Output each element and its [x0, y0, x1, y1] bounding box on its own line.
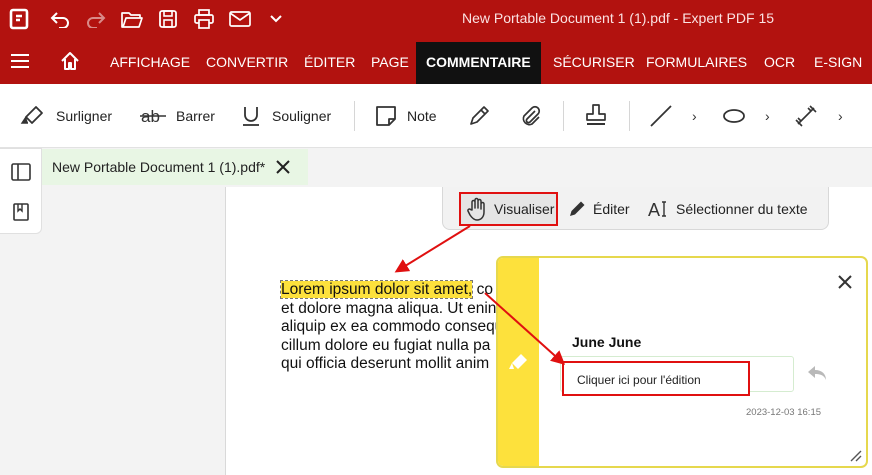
resize-grip-icon[interactable] — [848, 448, 862, 462]
home-icon[interactable] — [57, 48, 83, 74]
app-logo-icon[interactable] — [6, 6, 32, 32]
paperclip-icon — [522, 105, 541, 126]
measure-options-chevron-icon[interactable]: › — [838, 108, 843, 124]
menu-commentaire[interactable]: COMMENTAIRE — [416, 42, 541, 84]
visualiser-mode-button[interactable]: Visualiser — [459, 192, 558, 226]
comment-author: June June — [572, 334, 642, 350]
line-tool-button[interactable] — [650, 84, 672, 148]
highlighter-icon — [509, 354, 527, 369]
document-tab-label: New Portable Document 1 (1).pdf* — [52, 159, 266, 175]
menu-editer[interactable]: ÉDITER — [304, 38, 355, 84]
stamp-icon — [586, 104, 606, 125]
comment-ribbon: Surligner ab Barrer Souligner Note › › › — [0, 84, 872, 148]
comment-popup[interactable]: June June Cliquer ici pour l'édition 202… — [496, 256, 868, 468]
underline-button[interactable]: Souligner — [240, 84, 331, 148]
visualiser-mode-label: Visualiser — [494, 201, 555, 217]
strikethrough-icon: ab — [140, 107, 166, 126]
select-text-mode-label: Sélectionner du texte — [676, 200, 808, 217]
menu-convertir[interactable]: CONVERTIR — [206, 38, 288, 84]
ribbon-separator — [563, 101, 564, 131]
email-icon[interactable] — [227, 6, 253, 32]
document-text-line: cillum dolore eu fugiat nulla pa — [281, 337, 491, 354]
document-text-line: et dolore magna aliqua. Ut enin — [281, 300, 497, 317]
menu-bar: AFFICHAGE CONVERTIR ÉDITER PAGE COMMENTA… — [0, 38, 872, 84]
document-tab[interactable]: New Portable Document 1 (1).pdf* — [42, 149, 308, 185]
highlighted-text-annotation[interactable]: Lorem ipsum dolor sit amet, — [279, 280, 474, 299]
ellipse-icon — [723, 109, 745, 123]
stamp-button[interactable] — [584, 84, 608, 148]
highlight-button[interactable]: Surligner — [20, 84, 112, 148]
highlighter-icon — [20, 106, 43, 124]
reply-icon[interactable] — [806, 364, 828, 382]
strikethrough-button[interactable]: ab Barrer — [140, 84, 215, 148]
open-folder-icon[interactable] — [119, 6, 145, 32]
menu-securiser[interactable]: SÉCURISER — [553, 38, 635, 84]
select-text-mode-button[interactable]: A Sélectionner du texte — [648, 187, 808, 230]
pencil-tool-button[interactable] — [467, 84, 491, 148]
shape-options-chevron-icon[interactable]: › — [765, 108, 770, 124]
window-title: New Portable Document 1 (1).pdf - Expert… — [462, 10, 775, 26]
editer-mode-button[interactable]: Éditer — [567, 187, 630, 230]
close-popup-icon[interactable] — [836, 273, 854, 291]
note-button[interactable]: Note — [375, 84, 437, 148]
document-text-fragment: co — [476, 281, 493, 298]
customize-dropdown-icon[interactable] — [263, 6, 289, 32]
bookmark-icon[interactable] — [10, 201, 32, 223]
editer-mode-label: Éditer — [593, 200, 630, 217]
document-text-line: aliquip ex ea commodo consequ — [281, 318, 504, 335]
sticky-note-icon — [376, 106, 396, 126]
print-icon[interactable] — [191, 6, 217, 32]
measure-tool-button[interactable] — [794, 84, 818, 148]
svg-text:A: A — [648, 200, 660, 219]
ellipse-tool-button[interactable] — [722, 84, 746, 148]
note-label: Note — [407, 108, 437, 124]
comment-color-strip — [498, 258, 539, 466]
measure-icon — [795, 105, 817, 127]
underline-label: Souligner — [272, 108, 332, 124]
save-icon[interactable] — [155, 6, 181, 32]
pencil-icon — [570, 201, 585, 216]
title-bar: New Portable Document 1 (1).pdf - Expert… — [0, 0, 872, 38]
menu-ocr[interactable]: OCR — [764, 38, 795, 84]
ribbon-separator — [629, 101, 630, 131]
left-side-panel — [0, 148, 42, 234]
close-tab-icon[interactable] — [274, 158, 292, 176]
document-text-line: Lorem ipsum dolor sit amet, co — [279, 280, 493, 299]
undo-icon[interactable] — [47, 6, 73, 32]
menu-page[interactable]: PAGE — [371, 38, 409, 84]
document-text-line: qui officia deserunt mollit anim — [281, 355, 490, 372]
menu-esign[interactable]: E-SIGN — [814, 38, 862, 84]
hand-icon — [467, 197, 485, 221]
sidebar-toggle-icon[interactable] — [10, 161, 32, 183]
comment-date: 2023-12-03 16:15 — [746, 407, 822, 418]
menu-affichage[interactable]: AFFICHAGE — [110, 38, 190, 84]
highlight-label: Surligner — [56, 108, 113, 124]
line-icon — [650, 105, 672, 127]
text-cursor-icon: A — [648, 200, 666, 219]
strikethrough-label: Barrer — [176, 108, 215, 124]
menu-formulaires[interactable]: FORMULAIRES — [646, 38, 747, 84]
underline-icon — [243, 107, 259, 126]
line-options-chevron-icon[interactable]: › — [692, 108, 697, 124]
hamburger-menu-icon[interactable] — [7, 48, 33, 74]
redo-icon[interactable] — [83, 6, 109, 32]
ribbon-separator — [354, 101, 355, 131]
comment-edit-field[interactable]: Cliquer ici pour l'édition — [562, 361, 750, 396]
attachment-button[interactable] — [518, 84, 542, 148]
pencil-icon — [470, 106, 489, 125]
